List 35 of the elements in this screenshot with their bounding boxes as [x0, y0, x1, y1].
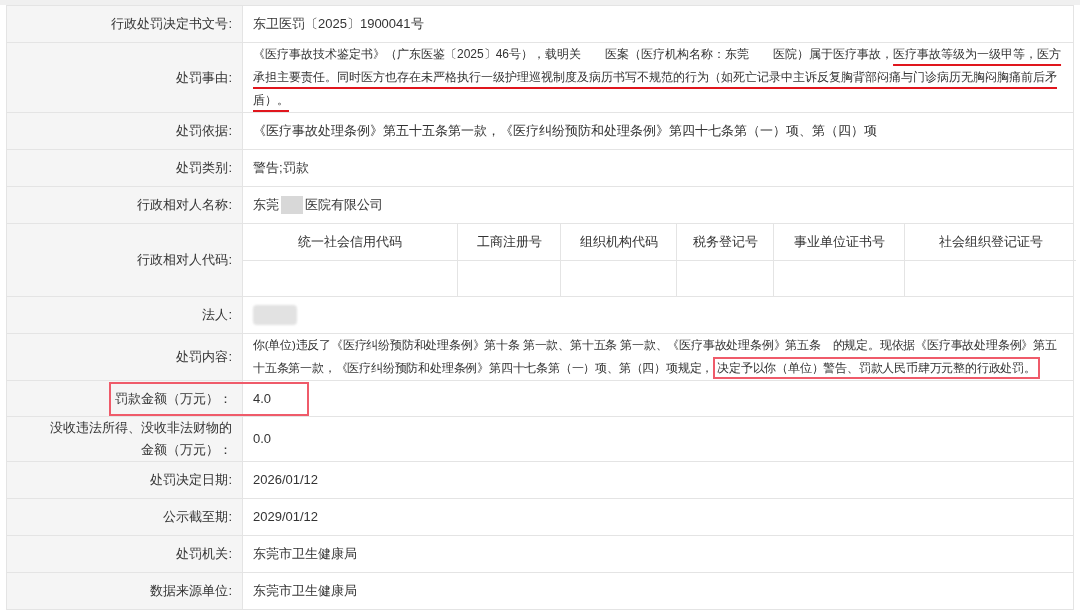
column-header: 工商注册号: [458, 224, 561, 260]
field-value: 2029/01/12: [253, 508, 319, 527]
field-value: 医院有限公司: [305, 196, 383, 215]
field-label: 罚款金额（万元）：: [115, 389, 232, 408]
field-value: 东莞市卫生健康局: [253, 582, 357, 601]
field-label: 行政相对人名称:: [137, 196, 232, 214]
field-value: 警告;罚款: [253, 159, 309, 178]
field-value: 《医疗事故处理条例》第五十五条第一款，《医疗纠纷预防和处理条例》第四十七条第（一）项、第（四）项: [253, 122, 877, 141]
column-header: 税务登记号: [677, 224, 774, 260]
column-header: 组织机构代码: [561, 224, 677, 260]
column-header: 统一社会信用代码: [243, 224, 458, 260]
field-label: 没收违法所得、没收非法财物的金额（万元）：: [49, 419, 232, 459]
field-label: 行政相对人代码:: [137, 251, 232, 269]
field-value: 东卫医罚〔2025〕1900041号: [253, 15, 424, 34]
field-label: 法人:: [202, 306, 232, 324]
field-label: 公示截至期:: [163, 508, 232, 526]
column-header: 事业单位证书号: [774, 224, 905, 260]
field-value: 《医疗事故技术鉴定书》（广东医鉴〔2025〕46号），载明关 医案（医疗机构名称：东莞 医院）属于医疗事故，医疗事故等级为一级甲等，医方承担主要责任。同时医方也存在未严格执行一级护理巡视制度及病历书写不规范的行为（如死亡记录中主诉反复胸背部闷痛与门诊病历无胸闷胸痛前后矛盾）。: [253, 46, 1063, 109]
field-label: 数据来源单位:: [150, 582, 232, 600]
field-value: 0.0: [253, 430, 272, 449]
column-header: 社会组织登记证号: [937, 233, 1044, 252]
field-value: 你(单位)违反了《医疗纠纷预防和处理条例》第十条 第一款、第十五条 第一款、《医疗事故处理条例》第五条 的规定。现依据《医疗事故处理条例》第五十五条第一款，《医疗纠纷预防和处理条例》第四十七条第（一）项、第（四）项规定， 决定予以你（单位）警告、罚款人民币肆万元整的行政处罚。: [253, 334, 1063, 380]
field-label: 处罚机关:: [176, 545, 232, 563]
field-label: 处罚类别:: [176, 159, 232, 177]
field-label: 处罚决定日期:: [150, 471, 232, 489]
field-value: 东莞: [253, 196, 279, 215]
redaction-block: [253, 305, 297, 325]
redaction-block: [281, 196, 303, 214]
field-value: 2026/01/12: [253, 471, 319, 490]
field-label: 处罚内容:: [176, 348, 232, 366]
field-value: 东莞市卫生健康局: [253, 545, 357, 564]
field-label: 行政处罚决定书文号:: [111, 15, 232, 33]
field-label: 处罚事由:: [176, 68, 232, 87]
field-label: 处罚依据:: [176, 122, 232, 140]
field-value: 4.0: [253, 389, 272, 408]
